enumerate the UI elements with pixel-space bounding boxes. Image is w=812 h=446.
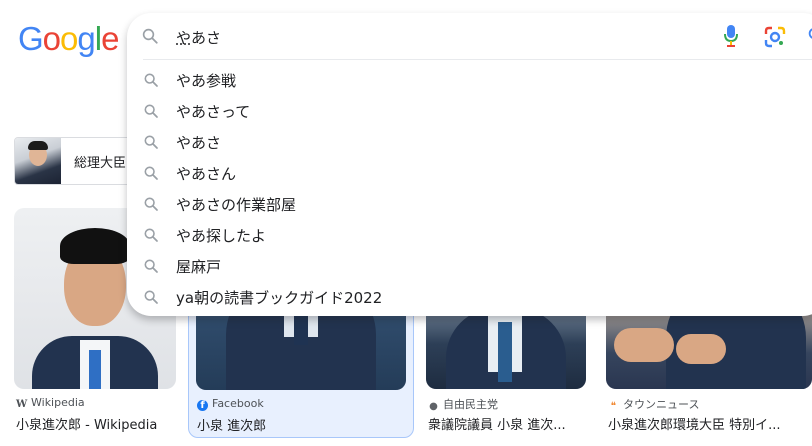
suggestion-text: やあさって bbox=[176, 103, 251, 121]
suggestion-item[interactable]: やあさ bbox=[127, 126, 812, 157]
search-icon bbox=[144, 290, 158, 304]
image-result-source[interactable]: W Wikipedia bbox=[16, 396, 85, 410]
suggestion-text: やあ探したよ bbox=[176, 227, 267, 245]
suggestion-item[interactable]: やあさって bbox=[127, 95, 812, 126]
suggestion-text: ya朝の読書ブックガイド2022 bbox=[176, 289, 383, 307]
image-result-source[interactable]: ❝ タウンニュース bbox=[608, 396, 700, 412]
search-icon bbox=[144, 166, 158, 180]
suggestion-text: やあさの作業部屋 bbox=[176, 196, 297, 214]
search-divider bbox=[143, 59, 812, 60]
image-result-caption[interactable]: 小泉 進次郎 bbox=[197, 415, 407, 434]
google-lens-icon[interactable] bbox=[764, 26, 786, 48]
search-icon bbox=[144, 104, 158, 118]
search-input[interactable]: やあさ bbox=[176, 27, 221, 48]
microphone-icon[interactable] bbox=[724, 25, 738, 47]
suggestion-item[interactable]: やあさん bbox=[127, 157, 812, 188]
search-icon bbox=[142, 28, 158, 44]
chip-label: 総理大臣 bbox=[74, 156, 127, 171]
suggestion-text: やあ参戦 bbox=[176, 72, 237, 90]
search-autocomplete-panel: やあさ やあ参戦 やあさって やあさ やあさん やあさの作業部屋 やあ探したよ … bbox=[127, 13, 812, 316]
image-result-source[interactable]: f Facebook bbox=[197, 397, 264, 411]
chip-thumbnail bbox=[15, 138, 61, 184]
leaf-icon: ❝ bbox=[610, 401, 617, 412]
suggestion-list: やあ参戦 やあさって やあさ やあさん やあさの作業部屋 やあ探したよ 屋麻戸 bbox=[127, 64, 812, 312]
image-result-source[interactable]: ● 自由民主党 bbox=[428, 396, 498, 412]
facebook-icon: f bbox=[197, 400, 208, 411]
search-icon bbox=[144, 197, 158, 211]
search-query-rest: あさ bbox=[191, 29, 222, 47]
suggestion-item[interactable]: 屋麻戸 bbox=[127, 250, 812, 281]
search-query-composing: や bbox=[176, 29, 192, 47]
suggestion-item[interactable]: ya朝の読書ブックガイド2022 bbox=[127, 281, 812, 312]
search-icon bbox=[144, 135, 158, 149]
suggestion-text: やあさん bbox=[176, 165, 237, 183]
search-icon bbox=[144, 228, 158, 242]
search-submit-icon[interactable] bbox=[807, 26, 812, 44]
search-icon bbox=[144, 259, 158, 273]
suggestion-text: 屋麻戸 bbox=[176, 258, 222, 276]
suggestion-text: やあさ bbox=[176, 134, 222, 152]
wikipedia-icon: W bbox=[16, 399, 28, 410]
image-result-caption[interactable]: 衆議院議員 小泉 進次... bbox=[428, 414, 588, 433]
globe-icon: ● bbox=[429, 401, 438, 412]
google-logo[interactable]: Google bbox=[18, 20, 119, 58]
search-icon bbox=[144, 73, 158, 87]
image-result-caption[interactable]: 小泉進次郎 - Wikipedia bbox=[16, 414, 176, 433]
image-result-caption[interactable]: 小泉進次郎環境大臣 特別イ... bbox=[608, 414, 812, 433]
search-bar[interactable]: やあさ bbox=[127, 13, 812, 59]
suggestion-item[interactable]: やあさの作業部屋 bbox=[127, 188, 812, 219]
suggestion-item[interactable]: やあ参戦 bbox=[127, 64, 812, 95]
suggestion-item[interactable]: やあ探したよ bbox=[127, 219, 812, 250]
